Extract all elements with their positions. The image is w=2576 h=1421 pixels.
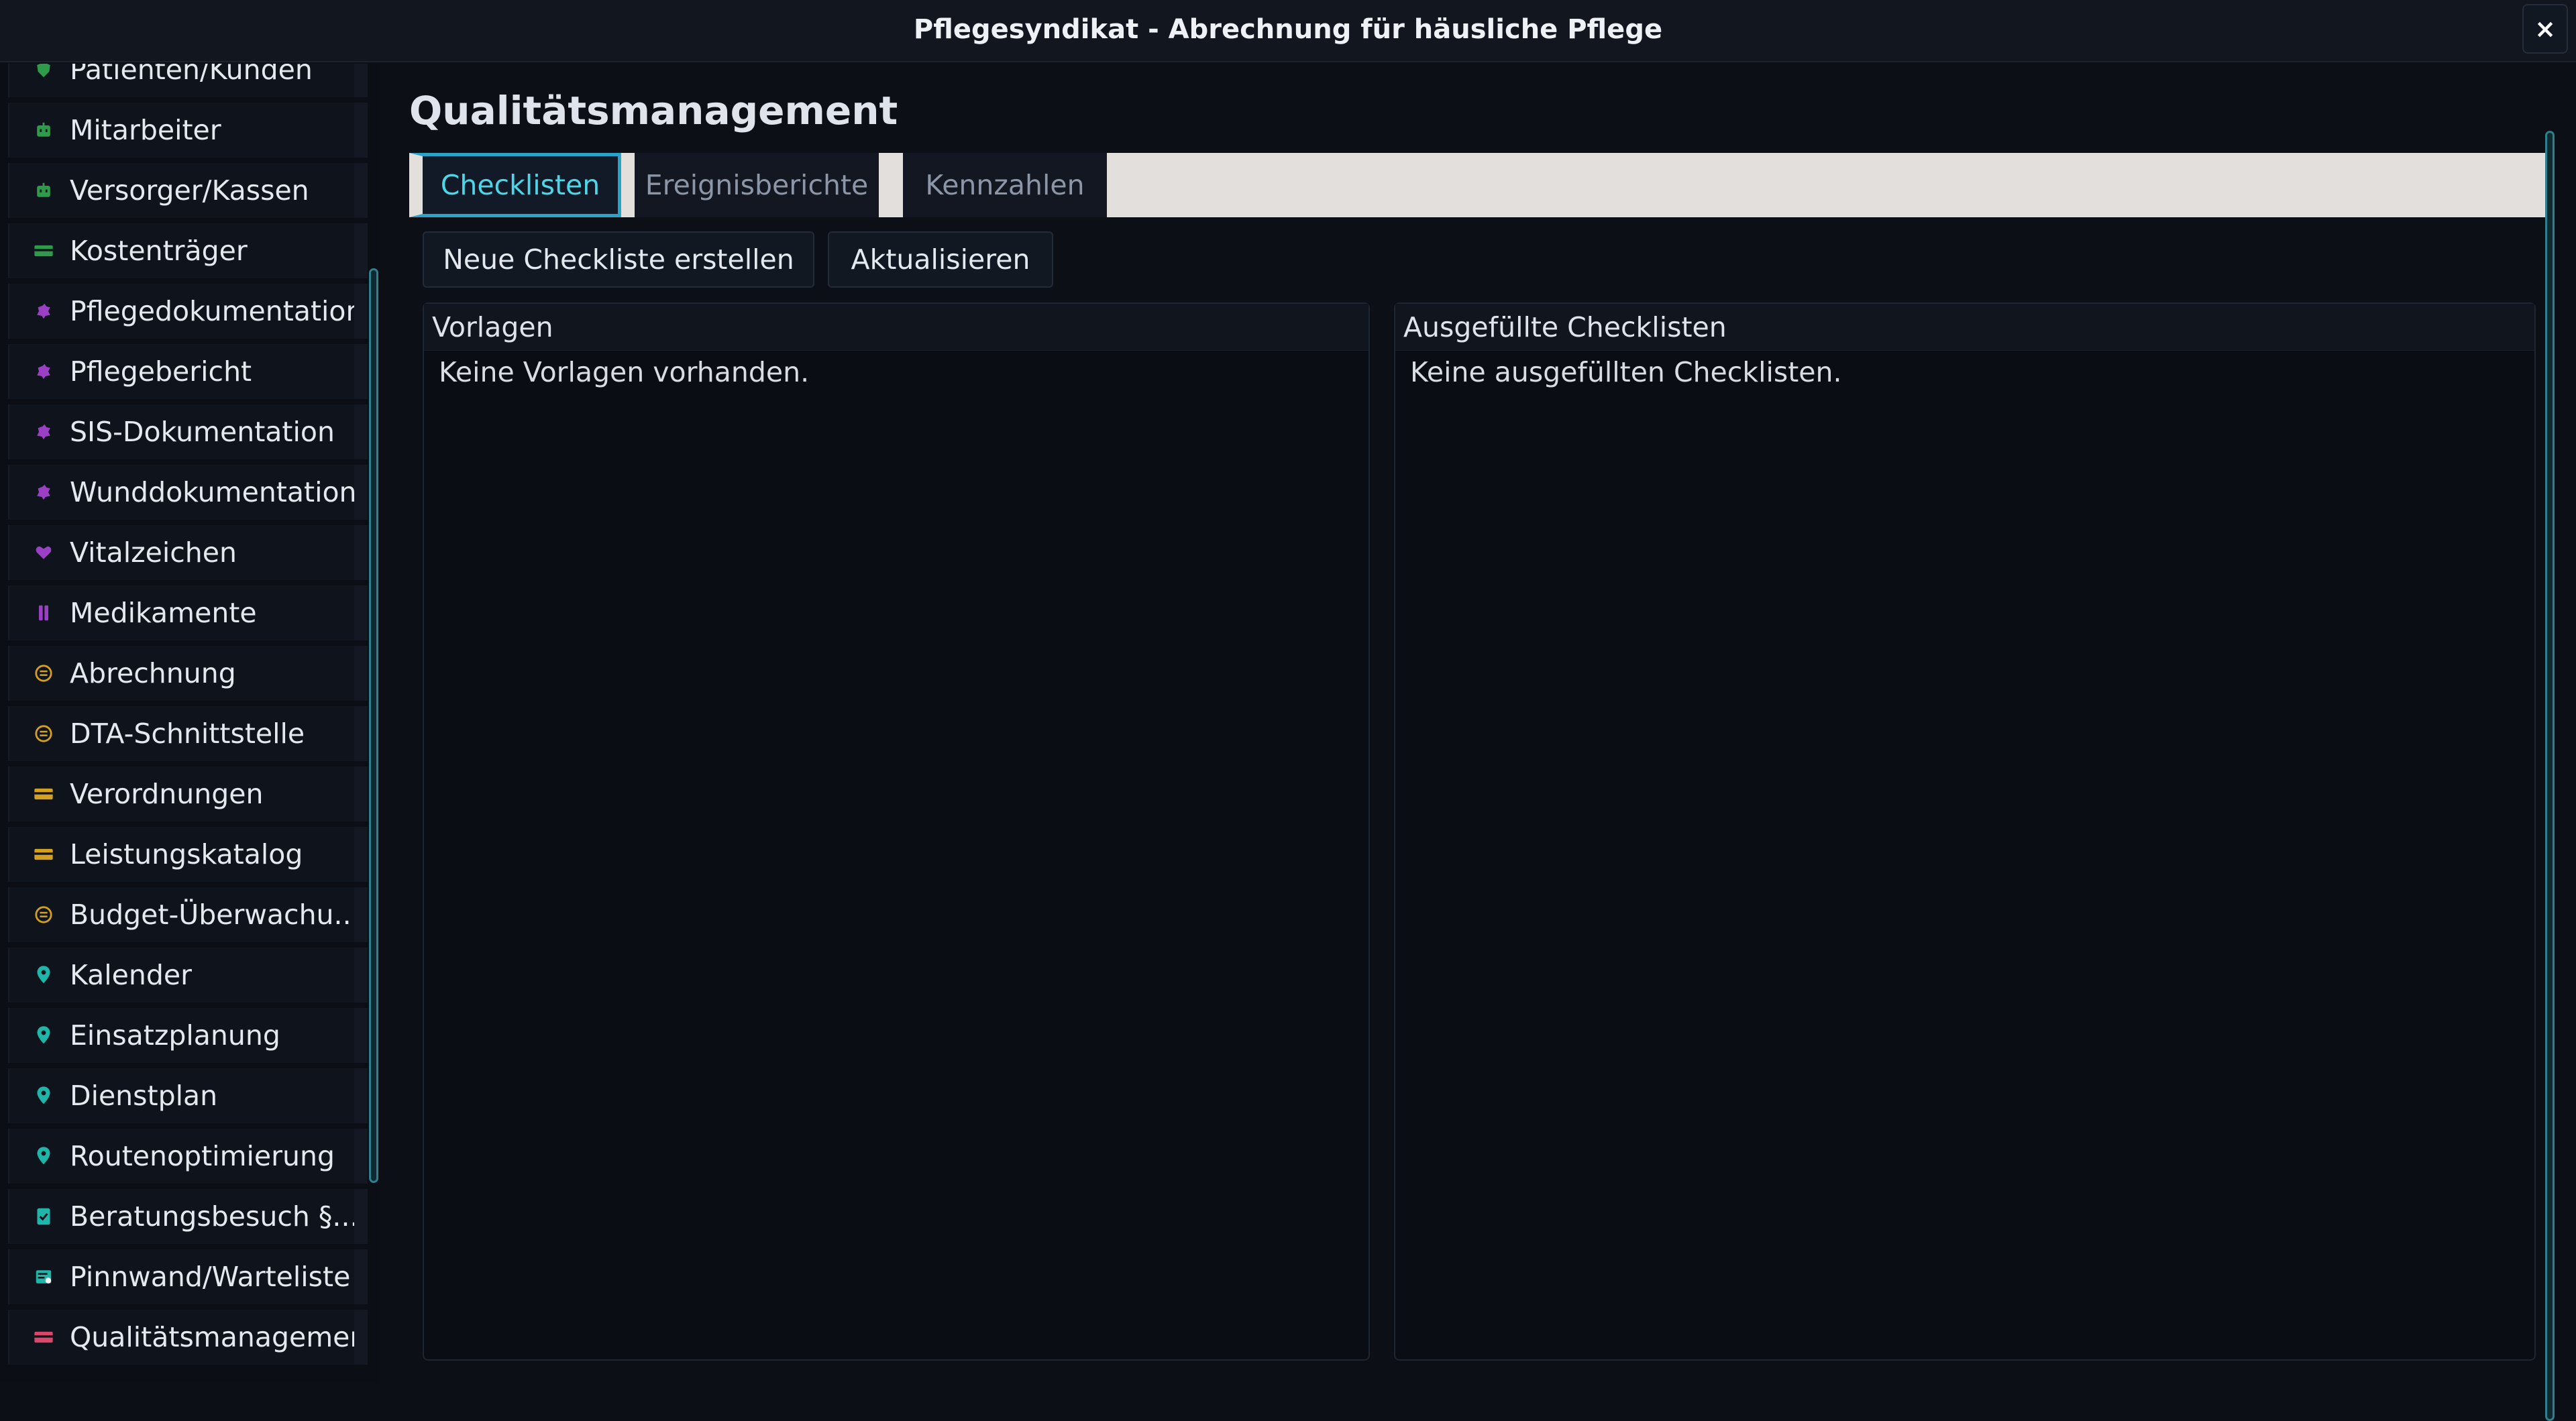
window-title: Pflegesyndikat - Abrechnung für häuslich… — [913, 14, 1663, 45]
filled-empty-text: Keine ausgefüllten Checklisten. — [1410, 356, 1842, 388]
sidebar-item-pflegebericht[interactable]: Pflegebericht — [8, 344, 368, 399]
sidebar-item-label: Budget-Überwachu... — [70, 899, 354, 931]
sidebar-item-medikamente[interactable]: Medikamente — [8, 585, 368, 640]
sidebar-item-label: Kostenträger — [70, 235, 248, 267]
tab-kennzahlen[interactable]: Kennzahlen — [890, 153, 1107, 217]
filled-panel-header: Ausgefüllte Checklisten — [1395, 304, 2534, 351]
title-bar: Pflegesyndikat - Abrechnung für häuslich… — [0, 0, 2576, 62]
sidebar-item-verordnungen[interactable]: Verordnungen — [8, 766, 368, 821]
sidebar-item-label: Pflegebericht — [70, 355, 252, 388]
pin-icon — [34, 1146, 54, 1166]
sidebar-item-dienstplan[interactable]: Dienstplan — [8, 1068, 368, 1123]
sidebar-item-kalender[interactable]: Kalender — [8, 948, 368, 1003]
card-icon — [34, 844, 54, 864]
sidebar-item-vitalzeichen[interactable]: Vitalzeichen — [8, 525, 368, 580]
sidebar-item-pflegedokumentation[interactable]: Pflegedokumentation — [8, 284, 368, 339]
sidebar-item-wunddokumentation[interactable]: Wunddokumentation — [8, 465, 368, 520]
sidebar-item-label: Qualitätsmanagement — [70, 1321, 354, 1353]
sidebar-item-kostenträger[interactable]: Kostenträger — [8, 223, 368, 278]
sidebar-item-patienten-kunden[interactable]: Patienten/Kunden — [8, 64, 368, 97]
card-icon — [34, 241, 54, 261]
card-icon — [34, 1327, 54, 1347]
tab-checklisten[interactable]: Checklisten — [409, 153, 621, 217]
pin-icon — [34, 1025, 54, 1045]
card-icon — [34, 784, 54, 804]
robot-icon — [34, 180, 54, 201]
sidebar-item-label: Pflegedokumentation — [70, 295, 354, 327]
sidebar-item-routenoptimierung[interactable]: Routenoptimierung — [8, 1129, 368, 1184]
note-icon — [34, 1267, 54, 1287]
new-checklist-button[interactable]: Neue Checkliste erstellen — [423, 231, 814, 288]
sidebar-item-qualitätsmanagement[interactable]: Qualitätsmanagement — [8, 1310, 368, 1365]
sidebar-item-label: DTA-Schnittstelle — [70, 718, 305, 750]
refresh-button[interactable]: Aktualisieren — [828, 231, 1053, 288]
sidebar-scrollbar-thumb[interactable] — [369, 268, 378, 1183]
main-content: Qualitätsmanagement Checklisten Ereignis… — [380, 64, 2560, 1421]
heart-icon — [34, 543, 54, 563]
sidebar-item-label: Mitarbeiter — [70, 114, 221, 146]
sidebar: Patienten/Kunden Mitarbeiter Versorger/Kas… — [0, 64, 368, 1383]
sidebar-item-versorger-kassen[interactable]: Versorger/Kassen — [8, 163, 368, 218]
sidebar-item-mitarbeiter[interactable]: Mitarbeiter — [8, 103, 368, 158]
tab-ereignisberichte[interactable]: Ereignisberichte — [621, 153, 879, 217]
sidebar-list: Patienten/Kunden Mitarbeiter Versorger/Kas… — [8, 64, 368, 1370]
puzzle-icon — [34, 422, 54, 442]
tab-bar: Checklisten Ereignisberichte Kennzahlen — [409, 153, 2549, 217]
coin-icon — [34, 905, 54, 925]
sidebar-item-label: Kalender — [70, 959, 192, 991]
sidebar-item-abrechnung[interactable]: Abrechnung — [8, 646, 368, 701]
close-button[interactable]: × — [2522, 4, 2568, 54]
sidebar-item-label: Versorger/Kassen — [70, 174, 309, 207]
sidebar-item-label: Routenoptimierung — [70, 1140, 335, 1172]
coin-icon — [34, 724, 54, 744]
sidebar-item-label: Vitalzeichen — [70, 536, 237, 569]
main-scrollbar[interactable] — [2545, 131, 2555, 1421]
sidebar-item-label: Patienten/Kunden — [70, 64, 313, 86]
pause-icon — [34, 603, 54, 623]
sidebar-item-label: Medikamente — [70, 597, 257, 629]
templates-empty-text: Keine Vorlagen vorhanden. — [439, 356, 810, 388]
sidebar-item-label: Pinnwand/Warteliste — [70, 1261, 351, 1293]
sidebar-item-leistungskatalog[interactable]: Leistungskatalog — [8, 827, 368, 882]
sidebar-item-einsatzplanung[interactable]: Einsatzplanung — [8, 1008, 368, 1063]
sidebar-item-label: Leistungskatalog — [70, 838, 303, 870]
robot-icon — [34, 120, 54, 140]
sidebar-item-label: SIS-Dokumentation — [70, 416, 335, 448]
puzzle-icon — [34, 301, 54, 321]
templates-panel-header: Vorlagen — [424, 304, 1368, 351]
clipboard-check-icon — [34, 1206, 54, 1227]
filled-checklists-panel: Ausgefüllte Checklisten Keine ausgefüllt… — [1394, 302, 2536, 1361]
sidebar-item-label: Einsatzplanung — [70, 1019, 280, 1051]
sidebar-item-beratungsbesuch[interactable]: Beratungsbesuch §... — [8, 1189, 368, 1244]
coin-icon — [34, 663, 54, 683]
puzzle-icon — [34, 482, 54, 502]
sidebar-item-dta-schnittstelle[interactable]: DTA-Schnittstelle — [8, 706, 368, 761]
templates-panel: Vorlagen Keine Vorlagen vorhanden. — [423, 302, 1370, 1361]
sidebar-item-sis-dokumentation[interactable]: SIS-Dokumentation — [8, 404, 368, 459]
pin-icon — [34, 965, 54, 985]
sidebar-item-label: Wunddokumentation — [70, 476, 354, 508]
pin-icon — [34, 1086, 54, 1106]
sidebar-item-label: Abrechnung — [70, 657, 236, 689]
sidebar-item-label: Dienstplan — [70, 1080, 218, 1112]
sidebar-item-budget-überwachu[interactable]: Budget-Überwachu... — [8, 887, 368, 942]
page-title: Qualitätsmanagement — [409, 88, 898, 133]
shield-icon — [34, 64, 54, 80]
puzzle-icon — [34, 361, 54, 382]
sidebar-item-pinnwand-warteliste[interactable]: Pinnwand/Warteliste — [8, 1249, 368, 1304]
sidebar-item-label: Beratungsbesuch §... — [70, 1200, 354, 1233]
sidebar-item-label: Verordnungen — [70, 778, 264, 810]
